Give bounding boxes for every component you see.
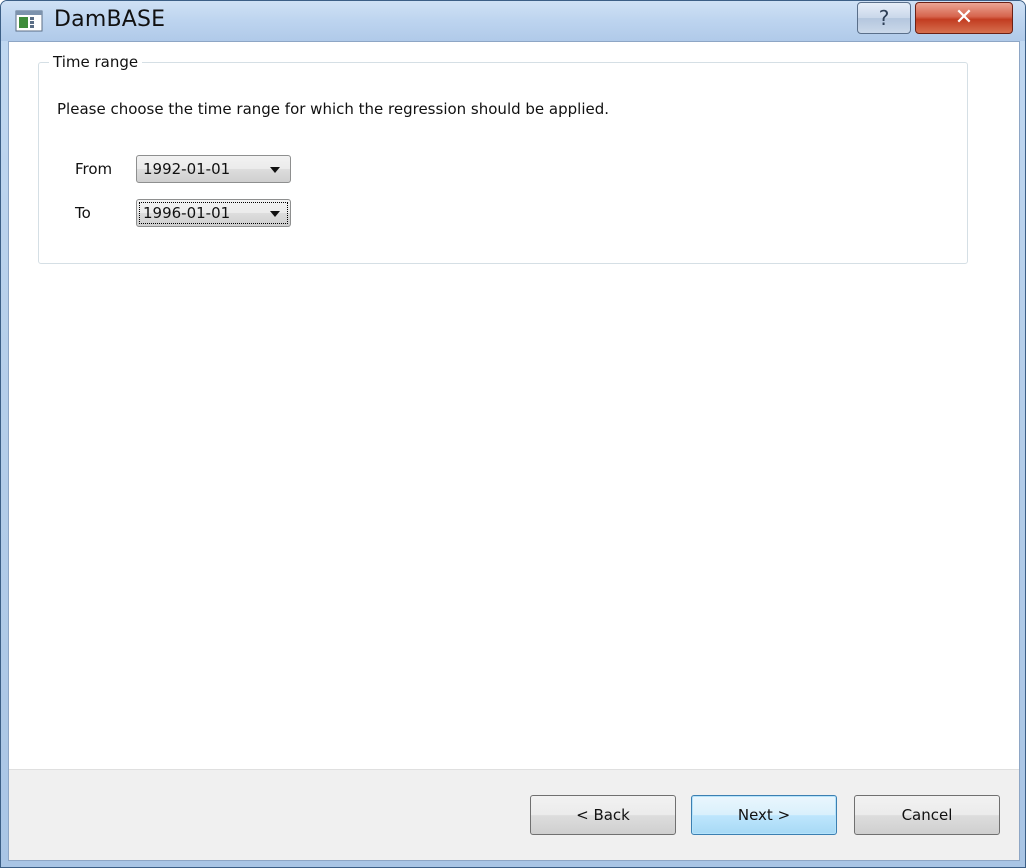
app-window-icon	[15, 10, 43, 32]
group-title: Time range	[49, 52, 143, 72]
help-button[interactable]: ?	[857, 2, 911, 34]
back-button[interactable]: < Back	[530, 795, 676, 835]
next-button[interactable]: Next >	[691, 795, 837, 835]
dialog-window: DamBASE ? ✕ Time range Please choose the…	[0, 0, 1026, 868]
to-date-value: 1996-01-01	[143, 204, 231, 222]
instruction-text: Please choose the time range for which t…	[57, 100, 610, 118]
close-button[interactable]: ✕	[915, 2, 1013, 34]
from-date-select[interactable]: 1992-01-01	[136, 155, 291, 183]
chevron-down-icon	[270, 211, 280, 217]
chevron-down-icon	[270, 167, 280, 173]
dialog-content: Time range Please choose the time range …	[8, 41, 1020, 861]
to-date-select[interactable]: 1996-01-01	[136, 199, 291, 227]
button-bar: < Back Next > Cancel	[9, 769, 1019, 860]
title-bar[interactable]: DamBASE ? ✕	[1, 1, 1025, 41]
to-label: To	[75, 204, 91, 222]
window-title: DamBASE	[54, 7, 166, 32]
cancel-button[interactable]: Cancel	[854, 795, 1000, 835]
from-date-value: 1992-01-01	[143, 160, 231, 178]
from-label: From	[75, 160, 113, 178]
time-range-group: Time range Please choose the time range …	[38, 52, 968, 264]
